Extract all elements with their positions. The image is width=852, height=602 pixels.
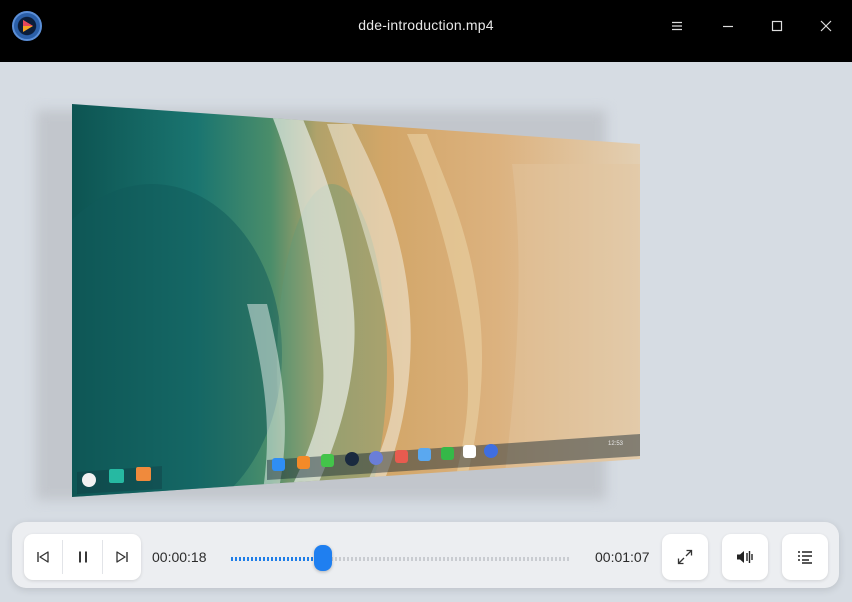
fullscreen-button[interactable] bbox=[662, 534, 708, 580]
playlist-button[interactable] bbox=[782, 534, 828, 580]
menu-button[interactable] bbox=[665, 14, 689, 38]
title-bar: dde-introduction.mp4 bbox=[0, 0, 852, 62]
control-bar: 00:00:18 00:01:07 bbox=[12, 522, 839, 588]
close-button[interactable] bbox=[814, 14, 838, 38]
previous-icon bbox=[37, 551, 49, 563]
dock-clock: 12:53 bbox=[608, 441, 624, 447]
next-button[interactable] bbox=[103, 534, 141, 580]
playback-buttons bbox=[24, 534, 141, 580]
progress-slider[interactable] bbox=[231, 545, 571, 571]
video-frame: 12:53 bbox=[72, 104, 640, 497]
menu-icon bbox=[672, 21, 682, 31]
current-time: 00:00:18 bbox=[152, 549, 207, 565]
close-icon bbox=[820, 20, 832, 32]
volume-button[interactable] bbox=[722, 534, 768, 580]
progress-handle[interactable] bbox=[313, 545, 332, 571]
progress-fill bbox=[231, 557, 323, 561]
next-icon bbox=[116, 551, 128, 563]
minimize-icon bbox=[723, 25, 733, 28]
volume-icon bbox=[737, 551, 753, 563]
fullscreen-icon bbox=[677, 549, 693, 565]
pause-icon bbox=[78, 551, 87, 563]
pause-button[interactable] bbox=[63, 534, 101, 580]
maximize-icon bbox=[771, 20, 783, 32]
playlist-icon bbox=[798, 551, 812, 564]
previous-button[interactable] bbox=[24, 534, 62, 580]
maximize-button[interactable] bbox=[765, 14, 789, 38]
minimize-button[interactable] bbox=[716, 14, 740, 38]
total-time: 00:01:07 bbox=[595, 549, 650, 565]
